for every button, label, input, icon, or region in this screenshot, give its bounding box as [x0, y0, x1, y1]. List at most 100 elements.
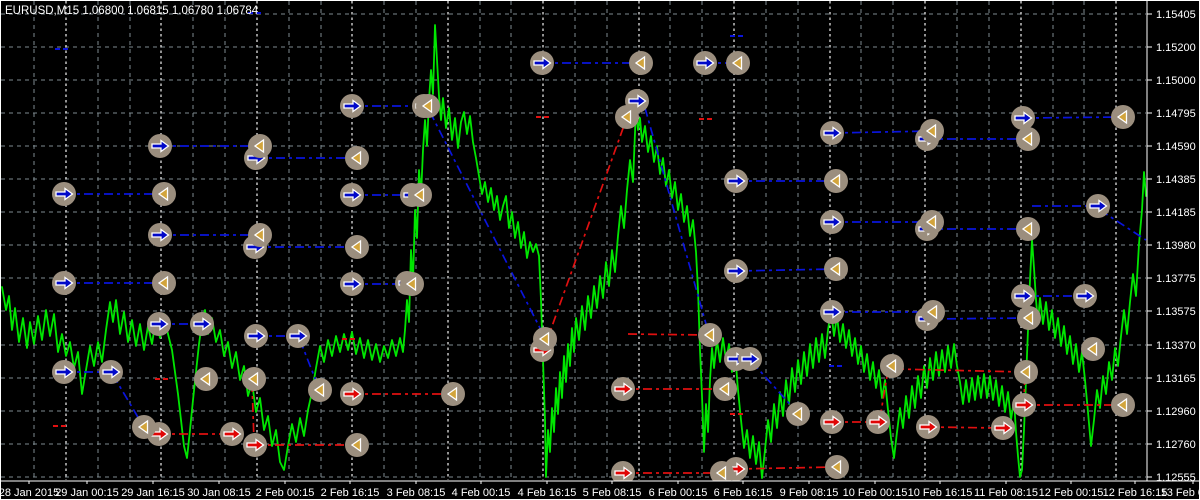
- price-axis-label: 1.13775: [1156, 273, 1196, 285]
- signal-marker-exit[interactable]: [698, 323, 722, 347]
- signal-marker-buy[interactable]: [340, 183, 364, 207]
- signal-marker-exit[interactable]: [345, 433, 369, 457]
- signal-marker-buy[interactable]: [148, 223, 172, 247]
- price-axis-label: 1.14590: [1156, 141, 1196, 153]
- grid-layer: [1, 1, 1146, 480]
- signal-marker-exit[interactable]: [1016, 127, 1040, 151]
- signal-marker-buy[interactable]: [530, 51, 554, 75]
- signal-marker-exit[interactable]: [726, 51, 750, 75]
- signal-marker-buy[interactable]: [190, 312, 214, 336]
- signal-marker-exit[interactable]: [400, 272, 424, 296]
- signal-marker-exit[interactable]: [713, 377, 737, 401]
- signal-marker-exit[interactable]: [194, 367, 218, 391]
- signal-marker-exit[interactable]: [920, 210, 944, 234]
- signal-marker-buy[interactable]: [244, 324, 268, 348]
- signal-marker-exit[interactable]: [920, 119, 944, 143]
- signal-marker-sell[interactable]: [820, 410, 844, 434]
- signal-marker-sell[interactable]: [243, 433, 267, 457]
- signal-marker-buy[interactable]: [147, 312, 171, 336]
- signal-marker-sell[interactable]: [991, 416, 1015, 440]
- price-axis-label: 1.12555: [1156, 472, 1196, 484]
- signal-marker-exit[interactable]: [880, 354, 904, 378]
- signal-marker-exit[interactable]: [824, 169, 848, 193]
- signal-connection-blue: [1099, 209, 1147, 241]
- signal-marker-exit[interactable]: [345, 146, 369, 170]
- signal-marker-buy[interactable]: [820, 121, 844, 145]
- signal-marker-buy[interactable]: [1011, 284, 1035, 308]
- signal-marker-exit[interactable]: [416, 94, 440, 118]
- time-axis-label: 10 Feb 00:15: [843, 487, 908, 499]
- signal-marker-exit[interactable]: [1111, 105, 1135, 129]
- signal-marker-buy[interactable]: [1011, 106, 1035, 130]
- signal-marker-exit[interactable]: [308, 378, 332, 402]
- signal-marker-buy[interactable]: [1073, 284, 1097, 308]
- price-axis-label: 1.14385: [1156, 174, 1196, 186]
- signal-marker-exit[interactable]: [825, 455, 849, 479]
- signal-marker-exit[interactable]: [132, 415, 156, 439]
- signal-marker-buy[interactable]: [820, 300, 844, 324]
- signal-marker-exit[interactable]: [152, 182, 176, 206]
- signal-marker-buy[interactable]: [738, 347, 762, 371]
- price-axis-label: 1.13980: [1156, 240, 1196, 252]
- signal-marker-exit[interactable]: [441, 382, 465, 406]
- signal-connection-blue: [112, 374, 143, 425]
- price-axis-label: 1.15405: [1156, 9, 1196, 21]
- signal-marker-buy[interactable]: [148, 134, 172, 158]
- signal-marker-buy[interactable]: [52, 182, 76, 206]
- signal-marker-buy[interactable]: [820, 210, 844, 234]
- signal-marker-buy[interactable]: [693, 51, 717, 75]
- window-border: [0, 0, 1200, 500]
- time-axis-label: 28 Jan 2015: [0, 487, 59, 499]
- chart-window: 1.15405 1.15200 1.15000 1.14795 1.14590 1.143…: [0, 0, 1200, 500]
- signal-marker-exit[interactable]: [1017, 306, 1041, 330]
- signal-marker-buy[interactable]: [724, 259, 748, 283]
- signal-marker-buy[interactable]: [286, 324, 310, 348]
- time-axis-label: 2 Feb 00:15: [256, 487, 315, 499]
- time-axis-label: 12 Feb 00:15: [1039, 487, 1104, 499]
- signal-marker-exit[interactable]: [629, 51, 653, 75]
- signal-marker-buy[interactable]: [52, 360, 76, 384]
- signal-marker-exit[interactable]: [248, 223, 272, 247]
- signal-marker-sell[interactable]: [340, 382, 364, 406]
- signal-marker-sell[interactable]: [1012, 393, 1036, 417]
- price-chart[interactable]: 1.15405 1.15200 1.15000 1.14795 1.14590 1.143…: [0, 0, 1200, 500]
- signal-marker-exit[interactable]: [921, 300, 945, 324]
- signal-connection-blue: [735, 268, 837, 272]
- signal-marker-sell[interactable]: [611, 377, 635, 401]
- signal-marker-buy[interactable]: [340, 272, 364, 296]
- signal-marker-exit[interactable]: [1111, 393, 1135, 417]
- signal-marker-buy[interactable]: [1086, 194, 1110, 218]
- signal-marker-exit[interactable]: [1016, 217, 1040, 241]
- time-axis-label: 13 Feb 08:15: [1161, 487, 1200, 499]
- time-axis-label: 29 Jan 00:15: [55, 487, 119, 499]
- signal-marker-exit[interactable]: [408, 183, 432, 207]
- chart-title: EURUSD,M15 1.06800 1.06815 1.06780 1.067…: [5, 5, 259, 17]
- signal-connection-red: [894, 368, 1025, 373]
- price-axis-label: 1.13370: [1156, 340, 1196, 352]
- signal-connection-red: [735, 466, 836, 470]
- signal-marker-exit[interactable]: [345, 235, 369, 259]
- price-axis-label: 1.13165: [1156, 373, 1196, 385]
- signal-marker-sell[interactable]: [916, 415, 940, 439]
- signal-marker-exit[interactable]: [1081, 337, 1105, 361]
- signal-connection-blue: [1022, 116, 1124, 119]
- signal-marker-exit[interactable]: [786, 402, 810, 426]
- signal-marker-exit[interactable]: [242, 367, 266, 391]
- time-axis-label: 9 Feb 08:15: [780, 487, 839, 499]
- signal-marker-exit[interactable]: [152, 271, 176, 295]
- signal-marker-exit[interactable]: [615, 105, 639, 129]
- signal-marker-buy[interactable]: [340, 94, 364, 118]
- time-axis-label: 10 Feb 16:15: [908, 487, 973, 499]
- signal-marker-buy[interactable]: [99, 360, 123, 384]
- signal-marker-buy[interactable]: [724, 169, 748, 193]
- signal-marker-exit[interactable]: [824, 257, 848, 281]
- signal-marker-sell[interactable]: [866, 410, 890, 434]
- signal-marker-buy[interactable]: [52, 271, 76, 295]
- signal-marker-exit[interactable]: [1014, 360, 1038, 384]
- signal-marker-exit[interactable]: [248, 134, 272, 158]
- signal-marker-exit[interactable]: [533, 327, 557, 351]
- time-axis-label: 2 Feb 16:15: [321, 487, 380, 499]
- price-axis-label: 1.13575: [1156, 306, 1196, 318]
- time-axis-label: 29 Jan 16:15: [121, 487, 185, 499]
- signal-marker-sell[interactable]: [220, 422, 244, 446]
